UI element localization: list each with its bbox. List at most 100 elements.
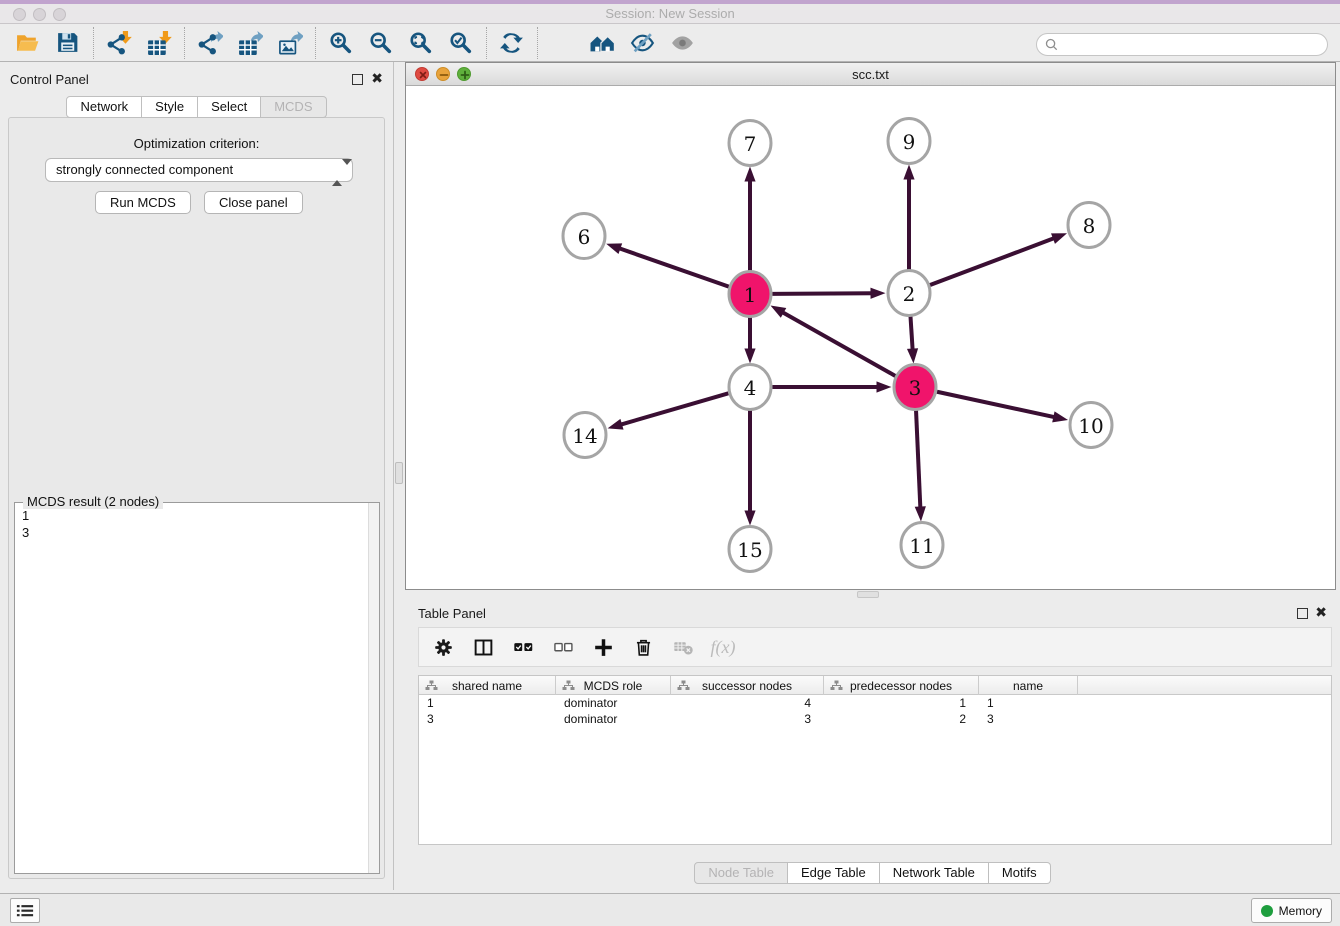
edge-arrow-4-3 [877, 381, 892, 392]
edge-1-6[interactable] [618, 248, 728, 287]
node-label-15: 15 [737, 538, 762, 562]
deselect-all-icon[interactable] [551, 635, 575, 659]
vertical-splitter[interactable] [393, 62, 405, 890]
cell[interactable]: 2 [824, 711, 979, 727]
close-panel-icon[interactable]: ✖ [371, 70, 383, 87]
cell[interactable]: 3 [419, 711, 556, 727]
column-header-shared-name[interactable]: shared name [419, 676, 556, 695]
tab-network-table[interactable]: Network Table [880, 862, 989, 884]
mcds-result-list[interactable]: 1 3 [15, 507, 367, 541]
network-canvas[interactable]: 7968124314101511 [406, 86, 1335, 589]
gear-icon[interactable] [431, 635, 455, 659]
tab-motifs[interactable]: Motifs [989, 862, 1051, 884]
export-image-icon[interactable] [270, 27, 310, 59]
zoom-selected-icon[interactable] [441, 27, 481, 59]
column-header-MCDS-role[interactable]: MCDS role [556, 676, 671, 695]
duplicate-network-icon[interactable] [543, 27, 583, 59]
edge-arrow-1-2 [870, 288, 885, 299]
optimization-criterion-select[interactable]: strongly connected component [45, 158, 353, 182]
run-mcds-button[interactable]: Run MCDS [95, 191, 191, 214]
float-table-panel-icon[interactable] [1297, 608, 1308, 619]
tab-node-table[interactable]: Node Table [694, 862, 788, 884]
node-label-6: 6 [578, 225, 591, 249]
close-window-button[interactable] [13, 8, 26, 21]
minimize-window-button[interactable] [33, 8, 46, 21]
tab-select[interactable]: Select [198, 96, 261, 118]
network-canvas-svg: 7968124314101511 [406, 86, 1335, 589]
memory-button[interactable]: Memory [1251, 898, 1332, 923]
edge-2-8[interactable] [930, 238, 1055, 285]
toolbar-separator [93, 27, 94, 59]
node-label-11: 11 [909, 534, 934, 558]
first-neighbors-icon[interactable] [583, 27, 623, 59]
close-table-panel-icon[interactable]: ✖ [1315, 604, 1327, 621]
cell[interactable]: 3 [979, 711, 1078, 727]
task-history-button[interactable] [10, 898, 40, 923]
maximize-window-button[interactable] [53, 8, 66, 21]
table-panel: Table Panel ✖ f(x) shared nameMCDS roles… [405, 600, 1340, 890]
export-network-icon[interactable] [190, 27, 230, 59]
list-icon [16, 903, 34, 918]
save-session-icon[interactable] [48, 27, 88, 59]
cell[interactable]: 4 [671, 695, 824, 711]
search-box[interactable] [1036, 33, 1328, 56]
tab-network[interactable]: Network [66, 96, 142, 118]
control-panel-header: Control Panel ✖ [0, 70, 393, 90]
edge-arrow-4-15 [744, 511, 755, 526]
zoom-fit-icon[interactable] [401, 27, 441, 59]
show-all-icon[interactable] [663, 27, 703, 59]
network-window-titlebar[interactable]: scc.txt [406, 63, 1335, 86]
mcds-panel: Optimization criterion: strongly connect… [8, 117, 385, 879]
app-titlebar: Session: New Session [0, 4, 1340, 24]
horizontal-splitter-grabber[interactable] [857, 591, 879, 598]
hide-selected-icon[interactable] [623, 27, 663, 59]
tab-style[interactable]: Style [142, 96, 198, 118]
edge-3-10[interactable] [937, 392, 1055, 418]
edge-3-11[interactable] [916, 409, 920, 508]
cell[interactable]: 3 [671, 711, 824, 727]
table-row[interactable]: 1dominator411 [419, 695, 1331, 711]
column-header-predecessor-nodes[interactable]: predecessor nodes [824, 676, 979, 695]
apply-layout-icon[interactable] [492, 27, 532, 59]
delete-column-icon[interactable] [631, 635, 655, 659]
control-panel-tabs: NetworkStyleSelectMCDS [0, 96, 393, 118]
split-panel-icon[interactable] [471, 635, 495, 659]
column-header-successor-nodes[interactable]: successor nodes [671, 676, 824, 695]
export-table-icon[interactable] [230, 27, 270, 59]
float-panel-icon[interactable] [352, 74, 363, 85]
cell[interactable]: dominator [556, 711, 671, 727]
zoom-out-icon[interactable] [361, 27, 401, 59]
add-column-icon[interactable] [591, 635, 615, 659]
open-session-icon[interactable] [8, 27, 48, 59]
cell[interactable]: 1 [419, 695, 556, 711]
cell[interactable]: dominator [556, 695, 671, 711]
close-panel-button[interactable]: Close panel [204, 191, 303, 214]
import-network-icon[interactable] [99, 27, 139, 59]
edge-3-1[interactable] [782, 312, 896, 376]
table-row[interactable]: 3dominator323 [419, 711, 1331, 727]
window-title: Session: New Session [0, 4, 1340, 24]
delete-table-icon [671, 635, 695, 659]
edge-2-3[interactable] [910, 315, 912, 350]
network-maximize-button[interactable] [457, 67, 471, 81]
column-header-name[interactable]: name [979, 676, 1078, 695]
edge-arrow-1-6 [606, 243, 622, 254]
node-table[interactable]: shared nameMCDS rolesuccessor nodesprede… [418, 675, 1332, 845]
search-input[interactable] [1063, 35, 1327, 54]
edge-4-14[interactable] [620, 393, 728, 425]
edge-1-2[interactable] [772, 293, 872, 294]
select-all-icon[interactable] [511, 635, 535, 659]
tab-edge-table[interactable]: Edge Table [788, 862, 880, 884]
node-label-10: 10 [1078, 414, 1103, 438]
splitter-grabber[interactable] [395, 462, 403, 484]
optimization-criterion-label: Optimization criterion: [9, 136, 384, 151]
tab-mcds[interactable]: MCDS [261, 96, 326, 118]
cell[interactable]: 1 [824, 695, 979, 711]
zoom-in-icon[interactable] [321, 27, 361, 59]
cell[interactable]: 1 [979, 695, 1078, 711]
network-minimize-button[interactable] [436, 67, 450, 81]
import-table-icon[interactable] [139, 27, 179, 59]
result-scrollbar[interactable] [368, 503, 379, 873]
network-close-button[interactable] [415, 67, 429, 81]
table-body: 1dominator4113dominator323 [419, 695, 1331, 727]
